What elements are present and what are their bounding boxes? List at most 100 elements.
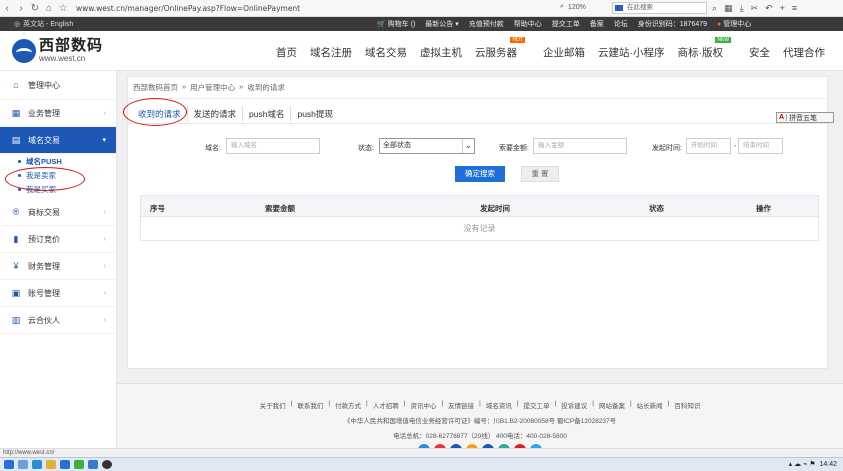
download-icon[interactable]: ⤓: [740, 3, 744, 14]
app-icon[interactable]: [88, 460, 98, 469]
browser-toolbar: ‹ › ↻ ⌂ ☆ www.west.cn/manager/OnlinePay.…: [0, 0, 843, 17]
excel-icon[interactable]: [74, 460, 84, 469]
breadcrumb-user-center[interactable]: 用户管理中心: [190, 82, 235, 93]
help-link[interactable]: 帮助中心: [514, 19, 542, 29]
end-time-input[interactable]: 结束时间: [738, 138, 783, 154]
bar-chart-icon: ▮: [13, 233, 19, 244]
footer-link[interactable]: 提交工单: [524, 400, 550, 410]
browser-search-input[interactable]: 在此搜索: [612, 2, 707, 14]
footer-link[interactable]: 友情链接: [448, 400, 474, 410]
nav-domain-register[interactable]: 域名注册: [310, 45, 352, 60]
sidebar-item-partner[interactable]: ▥ 云合伙人 ›: [0, 307, 116, 334]
tray-icons[interactable]: ▴ ☁ ⌁ ⚑: [789, 460, 816, 468]
address-bar[interactable]: www.west.cn/manager/OnlinePay.asp?Flow=O…: [76, 2, 496, 15]
ime-toolbar[interactable]: A 拼音五笔: [776, 112, 834, 123]
status-value: 全部状态: [383, 142, 411, 149]
desktop-icon[interactable]: [18, 460, 28, 469]
menu-icon[interactable]: ≡: [792, 3, 797, 14]
folder-icon[interactable]: [46, 460, 56, 469]
sidebar-item-domain-trade[interactable]: ▤ 域名交易 ▾: [0, 127, 116, 154]
ime-label: 拼音五笔: [789, 114, 818, 122]
breadcrumb-home[interactable]: 西部数码首页: [133, 82, 178, 93]
forum-link[interactable]: 论坛: [614, 19, 628, 29]
chevron-right-icon: ›: [103, 316, 106, 324]
grid-icon[interactable]: ▦: [724, 3, 733, 14]
search-icon[interactable]: ⌕: [712, 3, 717, 14]
sidebar-item-business[interactable]: ▦ 业务管理 ›: [0, 100, 116, 127]
sidebar-item-trademark[interactable]: ® 商标交易 ›: [0, 199, 116, 226]
footer-link[interactable]: 联系我们: [297, 400, 323, 410]
main-nav: 首页 域名注册 域名交易 虚拟主机 云服务器 HOT 企业邮箱 云建站·小程序 商…: [276, 37, 838, 60]
home-icon[interactable]: ⌂: [42, 1, 56, 15]
footer-link[interactable]: 人才招聘: [373, 400, 399, 410]
nav-home[interactable]: 首页: [276, 45, 297, 60]
domain-input[interactable]: 输入域名: [226, 138, 320, 154]
zoom-indicator[interactable]: ⌕ 120%: [560, 3, 586, 11]
clock[interactable]: 14:42: [819, 461, 837, 468]
domain-label: 域名:: [205, 145, 221, 152]
announce-link[interactable]: 最新公告 ▾: [425, 19, 458, 29]
plus-icon[interactable]: +: [780, 3, 785, 14]
footer-link[interactable]: 站长新闻: [637, 400, 663, 410]
nav-domain-trade[interactable]: 域名交易: [365, 45, 407, 60]
footer-link[interactable]: 资讯中心: [410, 400, 436, 410]
site-logo[interactable]: 西部数码 www.west.cn: [12, 38, 103, 63]
footer-link[interactable]: 付款方式: [335, 400, 361, 410]
start-time-input[interactable]: 开始时间: [686, 138, 731, 154]
star-icon[interactable]: ☆: [56, 1, 70, 15]
footer-link[interactable]: 投诉建议: [561, 400, 587, 410]
tab-push-domain[interactable]: push域名: [243, 106, 292, 122]
col-action: 操作: [756, 204, 771, 213]
sidebar: ⌂ 管理中心 ▦ 业务管理 › ▤ 域名交易 ▾ 域名PUSH 我是卖家 我是买…: [0, 71, 117, 456]
footer-link[interactable]: 关于我们: [260, 400, 286, 410]
sidebar-sub-domain-push[interactable]: 域名PUSH: [0, 154, 116, 168]
ie-icon[interactable]: [32, 460, 42, 469]
nav-agent[interactable]: 代理合作: [783, 45, 825, 60]
status-select[interactable]: 全部状态 ⌄: [379, 138, 475, 154]
main-panel: 西部数码首页 » 用户管理中心 » 收到的请求 收到的请求 发送的请求 push…: [127, 76, 828, 369]
back-icon[interactable]: ‹: [0, 1, 14, 15]
cart-link[interactable]: 🛒 购物车 (): [377, 19, 415, 29]
sidebar-item-account[interactable]: ▣ 账号管理 ›: [0, 280, 116, 307]
col-time: 发起时间: [480, 204, 510, 213]
amount-input[interactable]: 输入金额: [533, 138, 627, 154]
recharge-link[interactable]: 充值预付款: [469, 19, 504, 29]
forward-icon[interactable]: ›: [14, 1, 28, 15]
start-icon[interactable]: [4, 460, 14, 469]
footer-link[interactable]: 百科知识: [674, 400, 700, 410]
tab-push-withdraw[interactable]: push提现: [291, 106, 338, 122]
reset-button[interactable]: 重 置: [521, 166, 559, 182]
ticket-link[interactable]: 提交工单: [552, 19, 580, 29]
taskbar: ▴ ☁ ⌁ ⚑ 14:42: [0, 457, 843, 471]
nav-trademark[interactable]: 商标·版权 NEW: [678, 37, 737, 60]
sidebar-item-label: 管理中心: [28, 80, 60, 90]
tab-sent[interactable]: 发送的请求: [188, 106, 244, 122]
logo-title: 西部数码: [39, 37, 104, 54]
amount-placeholder: 输入金额: [538, 142, 564, 149]
search-button[interactable]: 确定搜索: [455, 166, 505, 182]
breadcrumb-separator: »: [182, 82, 187, 91]
search-engine-icon: [615, 5, 623, 11]
footer-link[interactable]: 网站备案: [599, 400, 625, 410]
extension-icon[interactable]: ✂: [751, 3, 759, 14]
browser-icon[interactable]: [102, 460, 112, 469]
chevron-right-icon: ›: [103, 235, 106, 243]
footer-link[interactable]: 域名资讯: [486, 400, 512, 410]
record-link[interactable]: 备案: [590, 19, 604, 29]
zoom-value: 120%: [567, 3, 586, 11]
nav-virtual-host[interactable]: 虚拟主机: [420, 45, 462, 60]
undo-icon[interactable]: ↶: [765, 3, 773, 14]
sidebar-item-manage-center[interactable]: ⌂ 管理中心: [0, 71, 116, 100]
nav-enterprise-mail[interactable]: 企业邮箱: [543, 45, 585, 60]
manage-center-link[interactable]: ● 管理中心: [717, 19, 751, 29]
language-label: 英文站 - English: [23, 21, 74, 28]
sidebar-item-bidding[interactable]: ▮ 预订竞价 ›: [0, 226, 116, 253]
nav-cloud-server[interactable]: 云服务器 HOT: [475, 37, 530, 60]
word-icon[interactable]: [60, 460, 70, 469]
reload-icon[interactable]: ↻: [28, 1, 42, 15]
nav-site-builder[interactable]: 云建站·小程序: [598, 45, 665, 60]
sidebar-item-finance[interactable]: ¥ 财务管理 ›: [0, 253, 116, 280]
footer-separator: |: [479, 400, 481, 407]
nav-security[interactable]: 安全: [749, 45, 770, 60]
language-switch[interactable]: ◎ 英文站 - English: [14, 19, 73, 29]
